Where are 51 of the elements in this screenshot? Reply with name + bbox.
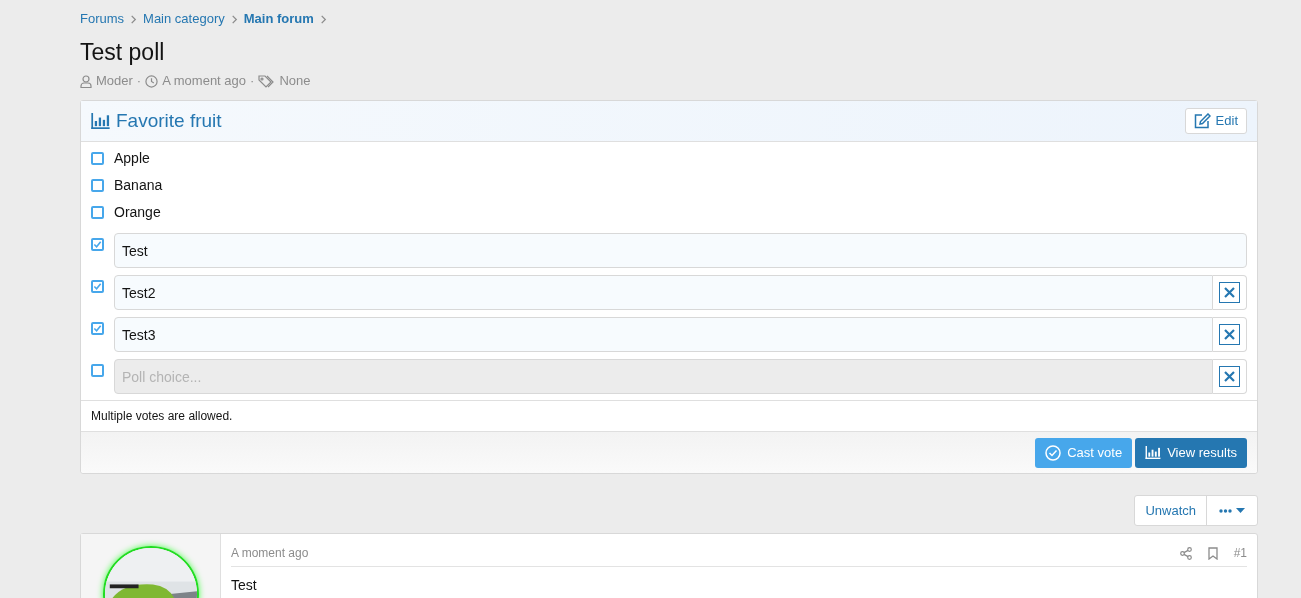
choice-field[interactable]: Test2 (114, 275, 1213, 310)
bar-chart-icon (91, 113, 110, 129)
breadcrumb-link[interactable]: Main forum (243, 9, 314, 29)
tags-text: None (279, 72, 311, 91)
choice-label: Orange (114, 203, 161, 222)
close-icon (1219, 366, 1240, 387)
separator-dot: · (136, 72, 142, 91)
thread-title: Test poll (80, 38, 166, 66)
post-time: A moment ago (162, 72, 247, 91)
remove-button[interactable] (1213, 275, 1247, 310)
breadcrumb-link[interactable]: Forums (80, 9, 125, 29)
choice-field[interactable]: Poll choice... (114, 359, 1213, 394)
checkbox[interactable] (91, 364, 104, 377)
bar-chart-icon (1145, 446, 1162, 459)
checkbox[interactable] (91, 322, 104, 335)
checkbox[interactable] (91, 238, 104, 251)
clock-icon (145, 74, 159, 88)
remove-button[interactable] (1213, 359, 1247, 394)
checkbox[interactable] (91, 179, 104, 192)
checkbox[interactable] (91, 152, 104, 165)
checkbox[interactable] (91, 280, 104, 293)
breadcrumb-link[interactable]: Main category (143, 9, 225, 29)
post-number[interactable]: #1 (1233, 544, 1247, 562)
chevron-right-icon (230, 14, 238, 24)
separator-dot: · (250, 72, 255, 91)
choice-field[interactable]: Test (114, 233, 1247, 268)
choice-label: Apple (114, 149, 150, 168)
poll-note: Multiple votes are allowed. (91, 408, 233, 425)
view-results-button[interactable]: View results (1135, 437, 1247, 468)
post-time: A moment ago (231, 545, 309, 562)
caret-icon (1236, 508, 1245, 513)
author-name[interactable]: Moder (96, 71, 133, 91)
checkbox[interactable] (91, 206, 104, 219)
check-circle-icon (1045, 444, 1062, 461)
edit-icon (1193, 113, 1211, 129)
chevron-right-icon (319, 14, 327, 24)
share-icon[interactable] (1179, 546, 1192, 560)
choice-field[interactable]: Test3 (114, 317, 1213, 352)
cast-vote-button[interactable]: Cast vote (1035, 437, 1133, 468)
user-icon (80, 74, 92, 88)
post-body: Test (231, 576, 258, 595)
close-icon (1219, 282, 1240, 303)
choice-label: Banana (114, 176, 163, 195)
more-icon (1219, 508, 1232, 513)
chevron-right-icon (130, 14, 138, 24)
bookmark-icon[interactable] (1207, 546, 1218, 560)
close-icon (1219, 324, 1240, 345)
poll-title: Favorite fruit (116, 108, 222, 133)
remove-button[interactable] (1213, 317, 1247, 352)
edit-button[interactable]: Edit (1184, 108, 1247, 134)
tag-icon (258, 74, 276, 88)
